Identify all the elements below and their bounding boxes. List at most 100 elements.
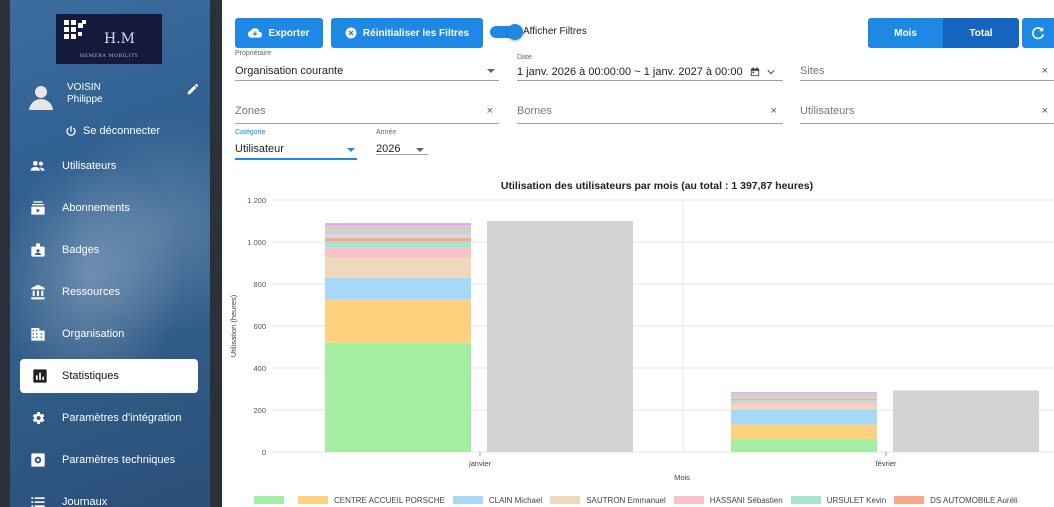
logout-button[interactable]: Se déconnecter xyxy=(65,125,160,137)
show-filters-label: Afficher Filtres xyxy=(523,26,587,37)
export-button[interactable]: Exporter xyxy=(235,18,323,48)
export-label: Exporter xyxy=(268,27,310,39)
subscriptions-icon xyxy=(31,201,45,215)
legend-swatch xyxy=(452,496,483,504)
y-tick-label: 800 xyxy=(253,280,266,289)
toolbar: Exporter Réinitialiser les Filtres Affic… xyxy=(222,16,1054,48)
sidebar-item-badges[interactable]: Badges xyxy=(10,229,210,271)
y-axis-label: Utilisation (heures) xyxy=(229,294,238,357)
legend-label: URSULET Kevin xyxy=(826,495,887,505)
chevron-down-icon xyxy=(347,148,355,152)
sidebar-item-label: Statistiques xyxy=(62,370,119,382)
edit-icon[interactable] xyxy=(186,82,200,96)
users-icon xyxy=(30,161,45,171)
calendar-icon[interactable] xyxy=(750,67,760,77)
reset-filters-button[interactable]: Réinitialiser les Filtres xyxy=(331,18,483,48)
stacked-bar-segment xyxy=(325,299,471,343)
sidebar-item-subscriptions[interactable]: Abonnements xyxy=(10,187,210,229)
sites-placeholder: Sites xyxy=(800,65,825,77)
usage-bar-chart: 0 200 400 600 800 1 000 1 200 janvier février Uti… xyxy=(229,196,1054,482)
show-filters-toggle[interactable] xyxy=(490,24,523,40)
owner-value: Organisation courante xyxy=(235,65,344,77)
building-icon xyxy=(31,328,45,341)
legend-item[interactable]: CLAIN Michael xyxy=(452,495,543,505)
user-profile: VOISIN Philippe xyxy=(10,78,210,116)
sidebar-item-resources[interactable]: Ressources xyxy=(10,271,210,313)
category-select[interactable]: Catégorie Utilisateur xyxy=(235,129,357,160)
close-circle-icon xyxy=(345,27,357,39)
legend-label: CENTRE ACCUEIL PORSCHE xyxy=(334,495,445,505)
owner-label: Propriétaire xyxy=(235,50,272,57)
stacked-bar-segment xyxy=(325,247,471,258)
category-value: Utilisateur xyxy=(235,143,284,155)
sidebar-item-label: Paramètres d'intégration xyxy=(62,412,182,424)
sidebar-item-label: Abonnements xyxy=(62,202,130,214)
year-value: 2026 xyxy=(376,143,401,155)
stacked-bar-segment xyxy=(325,225,471,228)
bornes-clear-icon[interactable]: × xyxy=(771,105,777,117)
stacked-bar-segment xyxy=(731,395,877,397)
sidebar-item-integration-settings[interactable]: Paramètres d'intégration xyxy=(10,397,210,439)
total-bar xyxy=(487,221,633,452)
stacked-bar-segment xyxy=(325,227,471,231)
users-select[interactable]: Utilisateurs × xyxy=(800,102,1054,124)
legend-item[interactable]: HASSANI Sébastien xyxy=(673,496,783,505)
year-label: Année xyxy=(376,129,397,136)
zones-clear-icon[interactable]: × xyxy=(487,105,493,117)
legend-item[interactable]: URSULET Kevin xyxy=(790,495,887,505)
sidebar-item-label: Paramètres techniques xyxy=(62,454,176,466)
sidebar-item-statistics[interactable]: Statistiques xyxy=(20,359,198,393)
y-tick-label: 1 000 xyxy=(247,238,266,247)
stacked-bar-segment xyxy=(325,233,471,239)
main-content: Exporter Réinitialiser les Filtres Affic… xyxy=(222,0,1054,507)
stacked-bar-segment xyxy=(731,404,877,410)
users-clear-icon[interactable]: × xyxy=(1042,105,1048,117)
badge-icon xyxy=(31,243,45,257)
date-label: Date xyxy=(517,54,532,61)
legend-swatch xyxy=(673,496,704,504)
sidebar-item-logs[interactable]: Journaux xyxy=(10,481,210,507)
sites-clear-icon[interactable]: × xyxy=(1042,65,1048,77)
stacked-bar-segment xyxy=(325,257,471,278)
stacked-bar-segment xyxy=(731,392,877,394)
chevron-down-icon[interactable] xyxy=(767,69,775,75)
chevron-down-icon xyxy=(416,148,424,152)
y-tick-label: 600 xyxy=(253,322,266,331)
stacked-bar-segment xyxy=(731,399,877,403)
settings-box-icon xyxy=(31,453,45,467)
refresh-button[interactable] xyxy=(1022,18,1054,48)
legend-item[interactable]: CENTRE ACCUEIL PORSCHE xyxy=(298,496,445,505)
chart-icon xyxy=(33,369,47,383)
legend-item[interactable] xyxy=(254,496,290,504)
owner-select[interactable]: Propriétaire Organisation courante xyxy=(235,50,499,81)
y-tick-label: 200 xyxy=(253,406,266,415)
app-logo: H.M HEMERA MOBILITY xyxy=(56,14,162,64)
logo-text: H.M xyxy=(104,31,135,47)
legend-swatch xyxy=(254,496,284,504)
stacked-bar-segment xyxy=(325,277,471,300)
legend-item[interactable]: DS AUTOMOBILE Auréli xyxy=(894,495,1018,505)
legend-label: DS AUTOMOBILE Auréli xyxy=(930,495,1018,505)
year-select[interactable]: Année 2026 xyxy=(376,129,428,155)
sidebar-item-label: Organisation xyxy=(62,328,125,340)
sidebar-item-users[interactable]: Utilisateurs xyxy=(10,145,210,187)
sidebar: H.M HEMERA MOBILITY VOISIN Philippe Se d… xyxy=(10,0,210,507)
sidebar-item-organisation[interactable]: Organisation xyxy=(10,313,210,355)
mode-month-button[interactable]: Mois xyxy=(868,18,943,48)
legend-item[interactable]: SAUTRON Emmanuel xyxy=(550,496,666,505)
sidebar-item-label: Badges xyxy=(62,244,100,256)
sidebar-item-technical-settings[interactable]: Paramètres techniques xyxy=(10,439,210,481)
date-range-field[interactable]: Date 1 janv. 2026 à 00:00:00 ~ 1 janv. 2… xyxy=(517,54,783,81)
cloud-download-icon xyxy=(248,28,263,38)
stacked-bar-segment xyxy=(731,393,877,395)
sidebar-item-label: Journaux xyxy=(62,496,108,507)
date-value: 1 janv. 2026 à 00:00:00 ~ 1 janv. 2027 à… xyxy=(517,66,743,78)
bornes-select[interactable]: Bornes × xyxy=(517,102,783,124)
legend-label: CLAIN Michael xyxy=(488,495,543,505)
stacked-bar-segment xyxy=(731,398,877,400)
sites-select[interactable]: Sites × xyxy=(800,60,1054,81)
mode-total-button[interactable]: Total xyxy=(943,18,1019,48)
avatar xyxy=(28,84,54,110)
stacked-bar-segment xyxy=(731,409,877,425)
zones-select[interactable]: Zones × xyxy=(235,102,499,124)
